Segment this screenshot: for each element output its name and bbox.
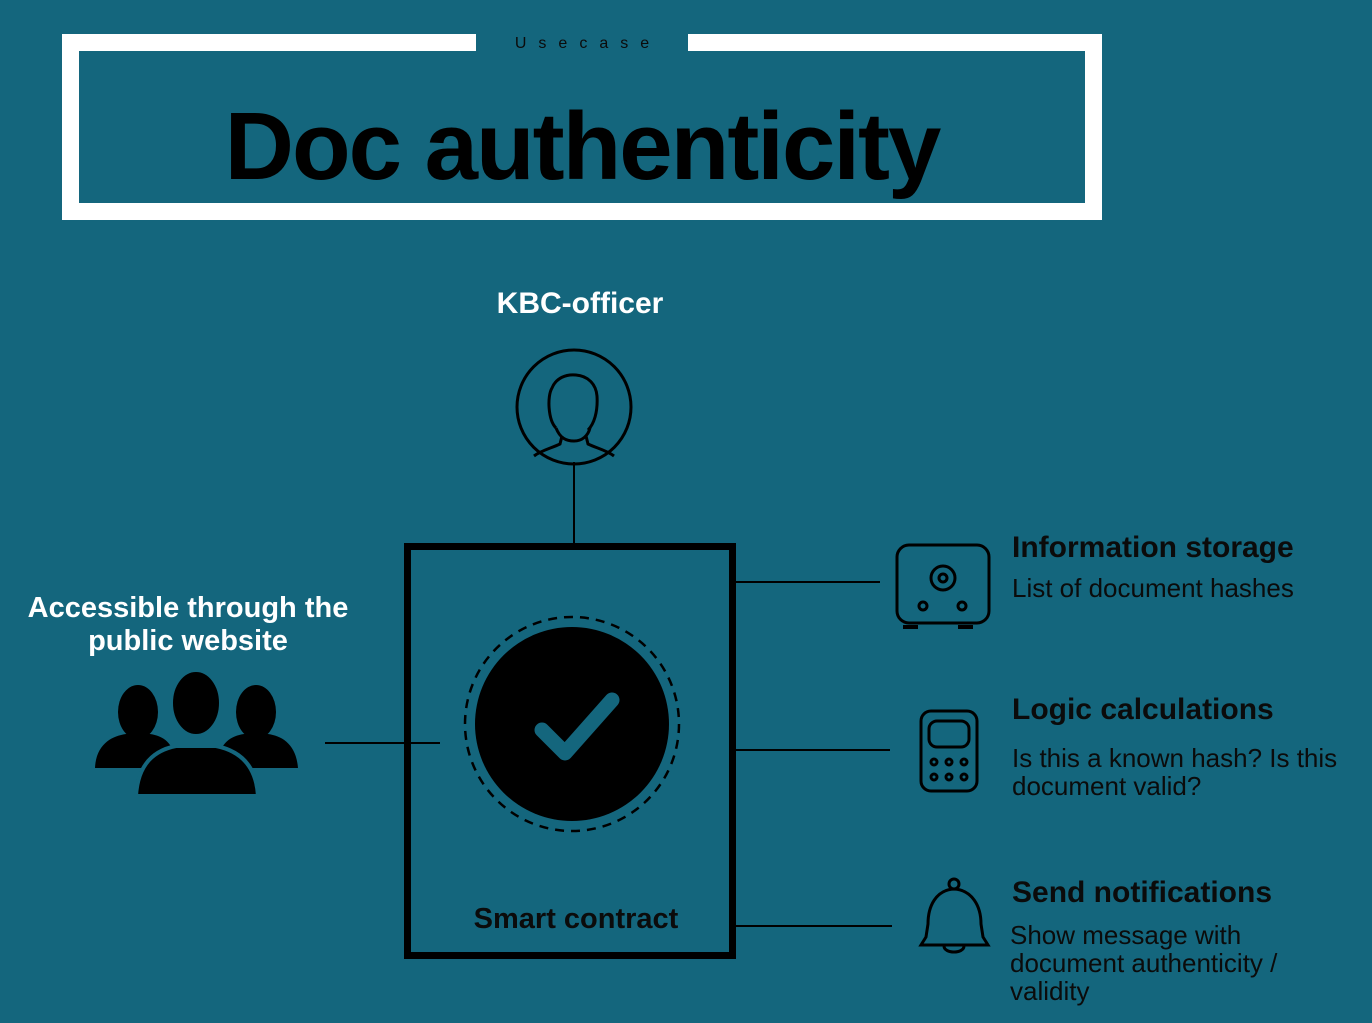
feature-notify-desc-line: document authenticity / [1010,948,1278,978]
feature-notify-desc-line: Show message with [1010,920,1242,950]
feature-storage-desc: List of document hashes [1012,574,1294,602]
smart-contract-box [404,543,736,959]
feature-logic-desc-line: Is this a known hash? Is this [1012,743,1338,773]
feature-logic-title: Logic calculations [1012,693,1274,726]
bell-icon [918,877,991,954]
group-users-icon [95,668,298,798]
feature-storage-title: Information storage [1012,531,1294,564]
feature-storage-desc-line: List of document hashes [1012,573,1294,603]
smart-contract-label: Smart contract [473,903,679,935]
public-label: Accessible through the public website [18,592,358,658]
feature-logic-desc: Is this a known hash? Is this document v… [1012,744,1362,800]
feature-logic-desc-line: document valid? [1012,771,1202,801]
feature-notify-title: Send notifications [1012,876,1273,909]
safe-icon [895,543,991,629]
feature-notify-desc-line: validity [1010,976,1090,1006]
calculator-icon [919,709,979,793]
feature-notify-desc: Show message with document authenticity … [1010,921,1340,1005]
public-label-line-2: public website [88,625,288,657]
user-circle-icon [515,348,633,466]
public-label-line-1: Accessible through the [27,592,349,624]
officer-label: KBC-officer [496,287,664,320]
